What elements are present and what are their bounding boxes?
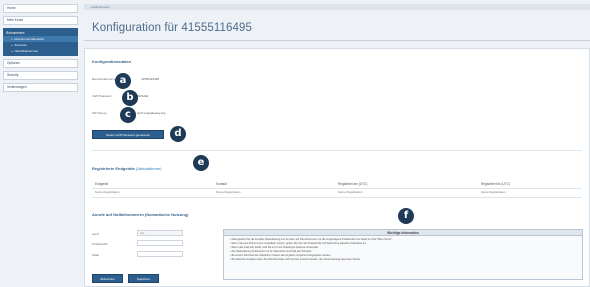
- postal-code-label: Postleitzahl: [92, 242, 108, 246]
- sip-server-value: sipX.voipgateway.org: [137, 111, 166, 115]
- divider: [92, 197, 582, 198]
- arrow-icon: »: [11, 43, 13, 47]
- table-cell: Keine Registration: [216, 190, 241, 194]
- breadcrumb: » Rufnummern: [84, 4, 590, 10]
- main-content: » Rufnummern Konfiguration für 415551164…: [84, 0, 590, 287]
- page-title: Konfiguration für 41555116495: [92, 22, 252, 34]
- divider: [84, 40, 590, 41]
- sidebar-item-security[interactable]: Security: [3, 71, 78, 80]
- list-item: Bei falschen Angaben kann die Notrufzent…: [230, 258, 578, 262]
- content-panel: Konfigurationsdaten Benutzerkennung 4155…: [84, 48, 590, 287]
- marker-f: f: [398, 208, 414, 224]
- sip-server-label: SIP-Server: [92, 111, 107, 115]
- country-field[interactable]: CH: [137, 230, 183, 236]
- sidebar-subitem-label: Accounts: [14, 43, 27, 47]
- sidebar-subitem-label: Rufnummernübersicht: [14, 37, 45, 41]
- column-header: Kontakt: [216, 182, 227, 186]
- config-section-title: Konfigurationsdaten: [92, 59, 132, 64]
- marker-b: b: [122, 90, 138, 106]
- marker-c: c: [120, 107, 136, 123]
- table-cell: Keine Registration: [338, 190, 363, 194]
- devices-section-title: Registrierte Endgeräte (Aktualisieren): [92, 166, 162, 171]
- sidebar-item-optionen[interactable]: Optionen: [3, 59, 78, 68]
- cancel-button[interactable]: Abbrechen: [92, 274, 123, 283]
- divider: [92, 188, 582, 189]
- column-header: Endgerät: [95, 182, 108, 186]
- column-header: Registriert bis (UTC): [481, 182, 511, 186]
- sidebar-subitem-label: Notrufzielnummer: [14, 49, 39, 53]
- save-button[interactable]: Speichern: [128, 274, 159, 283]
- city-field[interactable]: [137, 251, 183, 257]
- arrow-icon: »: [11, 49, 13, 53]
- divider: [92, 150, 582, 151]
- table-cell: Keine Registration: [95, 190, 120, 194]
- marker-d: d: [170, 126, 186, 142]
- table-cell: Keine Registration: [481, 190, 506, 194]
- info-list: Massgebend für die korrekte Weiterleitun…: [224, 236, 582, 263]
- sidebar-item-mein-konto[interactable]: Mein Konto: [3, 16, 78, 25]
- marker-a: a: [115, 73, 131, 89]
- postal-code-field[interactable]: [137, 240, 183, 246]
- arrow-icon: »: [11, 37, 13, 41]
- emergency-section-title: Anrufe auf Notfallnummern (Nomadische Nu…: [92, 212, 189, 217]
- city-label: Stadt: [92, 253, 100, 257]
- sidebar: Home Mein Konto Rufnummern » Rufnummernü…: [0, 0, 78, 287]
- refresh-link[interactable]: (Aktualisieren): [136, 166, 162, 171]
- sidebar-group-rufnummern: Rufnummern » Rufnummernübersicht » Accou…: [3, 28, 78, 56]
- marker-e: e: [193, 155, 209, 171]
- sidebar-item-home[interactable]: Home: [3, 4, 78, 13]
- column-header: Registriert am (UTC): [338, 182, 368, 186]
- username-label: Benutzerkennung: [92, 77, 116, 81]
- generate-password-button[interactable]: Neues VoIP Passwort generieren: [92, 130, 164, 139]
- sidebar-subitem-notrufzielnummer[interactable]: » Notrufzielnummer: [3, 48, 78, 54]
- info-box: Wichtige Information Massgebend für die …: [223, 229, 583, 280]
- username-value: 41555116495: [141, 77, 160, 81]
- voip-password-label: VoIP Passwort: [92, 94, 112, 98]
- sidebar-item-verbindungen[interactable]: Verbindungen: [3, 83, 78, 92]
- devices-title-text: Registrierte Endgeräte: [92, 166, 135, 171]
- country-label: Land: [92, 232, 99, 236]
